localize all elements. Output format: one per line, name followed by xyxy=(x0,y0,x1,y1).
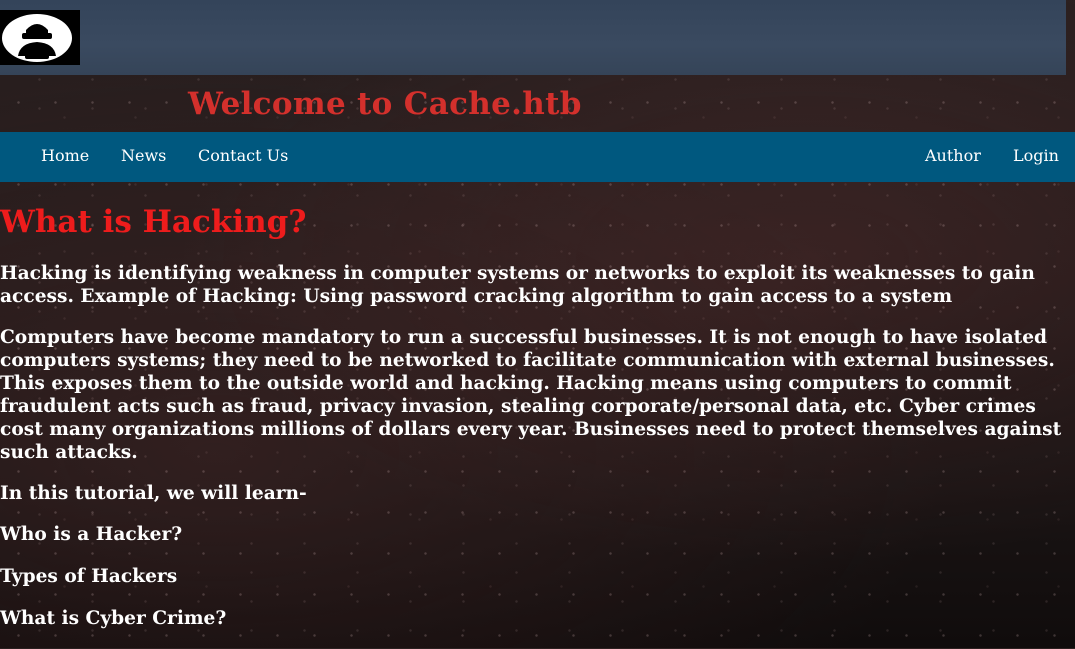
hacker-icon xyxy=(0,10,80,65)
main-navbar: Home News Contact Us Author Login xyxy=(0,132,1075,182)
page-heading: What is Hacking? xyxy=(0,204,307,240)
site-logo[interactable] xyxy=(0,10,80,65)
main-content: What is Hacking? Hacking is identifying … xyxy=(0,196,1075,649)
topic-item: Who is a Hacker? xyxy=(0,524,183,545)
intro-paragraph: Hacking is identifying weakness in compu… xyxy=(0,263,1035,307)
site-title: Welcome to Cache.htb xyxy=(188,86,582,122)
header-banner xyxy=(0,0,1066,75)
nav-home-link[interactable]: Home xyxy=(41,146,89,165)
nav-login-link[interactable]: Login xyxy=(1013,146,1059,165)
tutorial-intro: In this tutorial, we will learn- xyxy=(0,483,307,504)
nav-contact-link[interactable]: Contact Us xyxy=(198,146,288,165)
nav-author-link[interactable]: Author xyxy=(925,146,981,165)
topic-item: What is Cyber Crime? xyxy=(0,608,227,629)
body-paragraph: Computers have become mandatory to run a… xyxy=(0,327,1062,463)
nav-news-link[interactable]: News xyxy=(121,146,166,165)
topic-item: Types of Hackers xyxy=(0,566,178,587)
